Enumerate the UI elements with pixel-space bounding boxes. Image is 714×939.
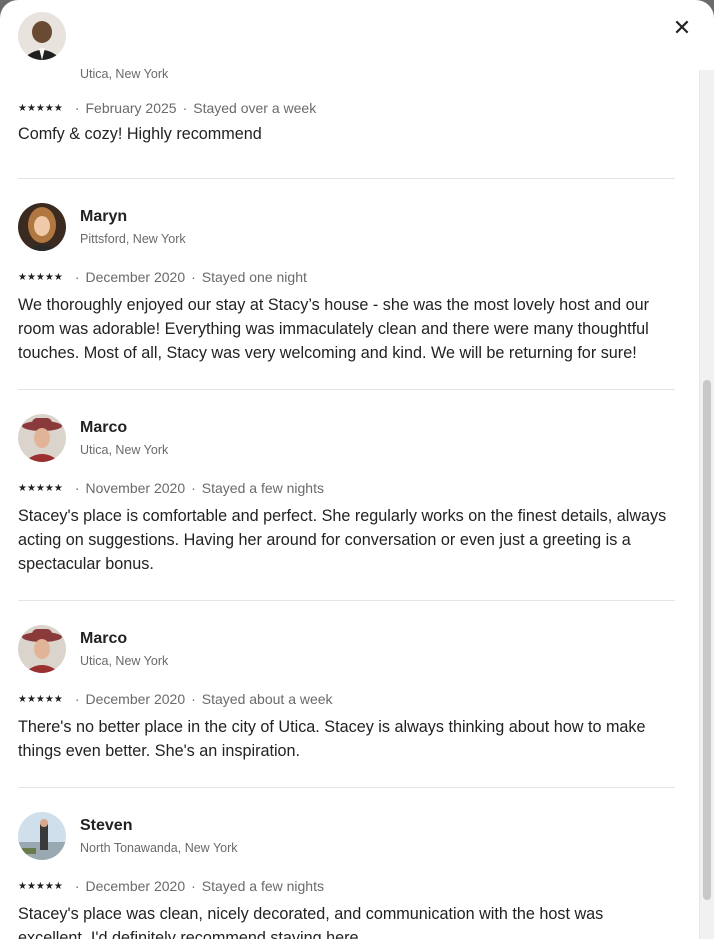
reviewer-name: Marco [80, 419, 128, 436]
review-text: There's no better place in the city of U… [18, 718, 646, 760]
review-date: December 2020 [85, 691, 186, 707]
avatar[interactable] [18, 12, 66, 60]
review-date: November 2020 [85, 480, 186, 496]
review-text: Stacey's place was clean, nicely decorat… [18, 905, 604, 939]
review-meta: ★★★★★ · December 2020 · Stayed a few nig… [18, 878, 324, 894]
reviewer-location: Utica, New York [80, 67, 169, 81]
review-date: December 2020 [85, 269, 186, 285]
stay-length: Stayed one night [201, 269, 307, 285]
reviewer-location: Utica, New York [80, 443, 169, 457]
review-text: Comfy & cozy! Highly recommend [18, 125, 262, 143]
reviewer-location: North Tonawanda, New York [80, 841, 238, 855]
review-meta: ★★★★★ · December 2020 · Stayed one night [18, 269, 307, 285]
reviews-modal: Utica, New York ★★★★★ · February 2025 · … [0, 0, 714, 939]
review-text: Stacey's place is comfortable and perfec… [18, 507, 667, 573]
rating-stars-icon: ★★★★★ [18, 102, 63, 114]
reviewer-name: Steven [80, 817, 133, 834]
reviewer-name: Marco [80, 630, 128, 647]
review-date: February 2025 [85, 100, 177, 116]
rating-stars-icon: ★★★★★ [18, 482, 63, 494]
reviews-list[interactable]: Utica, New York ★★★★★ · February 2025 · … [0, 0, 700, 939]
review-meta: ★★★★★ · February 2025 · Stayed over a we… [18, 100, 317, 116]
divider [18, 389, 675, 390]
avatar[interactable] [18, 203, 66, 251]
divider [18, 178, 675, 179]
avatar[interactable] [18, 414, 66, 462]
scrollbar-thumb[interactable] [703, 380, 711, 900]
review-text: We thoroughly enjoyed our stay at Stacy’… [18, 296, 650, 362]
close-icon[interactable]: ✕ [668, 14, 696, 42]
stay-length: Stayed a few nights [201, 878, 324, 894]
avatar[interactable] [18, 625, 66, 673]
stay-length: Stayed about a week [201, 691, 333, 707]
reviewer-name: Maryn [80, 208, 128, 225]
stay-length: Stayed a few nights [201, 480, 324, 496]
review-meta: ★★★★★ · November 2020 · Stayed a few nig… [18, 480, 324, 496]
review-meta: ★★★★★ · December 2020 · Stayed about a w… [18, 691, 333, 707]
rating-stars-icon: ★★★★★ [18, 271, 63, 283]
stay-length: Stayed over a week [193, 100, 317, 116]
reviewer-location: Pittsford, New York [80, 232, 186, 246]
divider [18, 787, 675, 788]
review-date: December 2020 [85, 878, 186, 894]
rating-stars-icon: ★★★★★ [18, 693, 63, 705]
reviewer-location: Utica, New York [80, 654, 169, 668]
avatar[interactable] [18, 812, 66, 860]
rating-stars-icon: ★★★★★ [18, 880, 63, 892]
divider [18, 600, 675, 601]
